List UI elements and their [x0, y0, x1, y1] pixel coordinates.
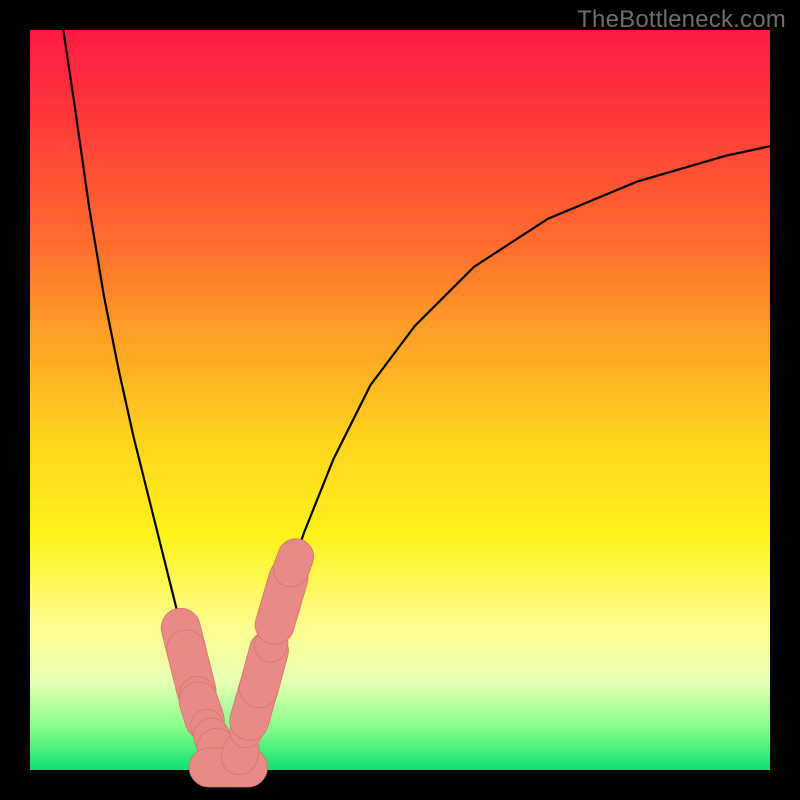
curves-svg [30, 30, 770, 770]
series-right-curve [234, 146, 770, 766]
plot-area [30, 30, 770, 770]
chart-frame: TheBottleneck.com [0, 0, 800, 800]
